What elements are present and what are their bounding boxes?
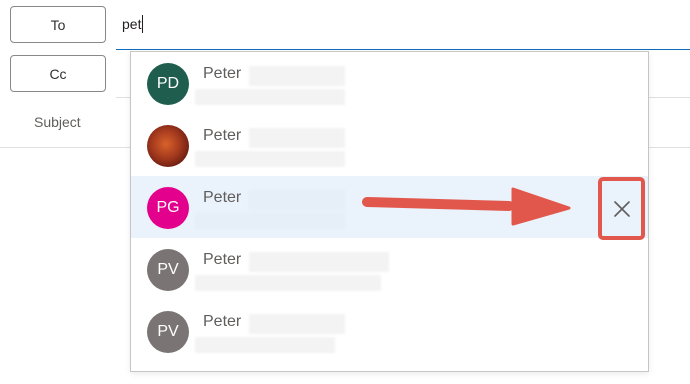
to-field[interactable]: pet (116, 0, 690, 50)
to-input[interactable]: pet (122, 15, 144, 33)
annotation-arrow (362, 187, 571, 226)
to-input-value: pet (122, 16, 142, 32)
suggestion-list: PD Peter Peter PG Peter PV Peter PV Pete… (130, 51, 649, 372)
close-icon (613, 200, 630, 217)
remove-suggestion-button[interactable] (598, 177, 645, 240)
cc-button[interactable]: Cc (10, 55, 106, 92)
compose-header: To Cc pet Subject PD Peter Peter PG Pete… (0, 0, 690, 384)
to-button[interactable]: To (10, 6, 106, 43)
subject-label: Subject (34, 114, 81, 130)
text-caret (142, 15, 144, 33)
